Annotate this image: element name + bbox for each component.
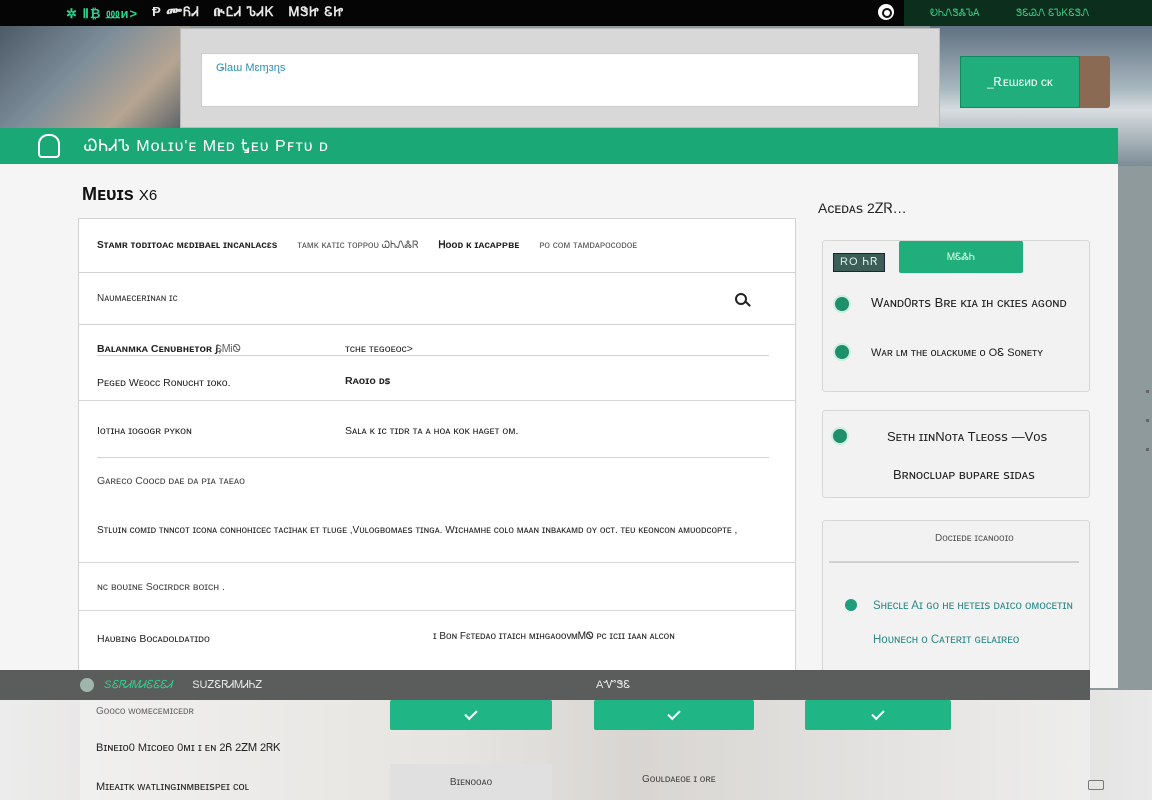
row-cell: Gᴀʀᴇᴄᴏ Cᴏᴏᴄᴅ ᴅᴀᴇ ᴅᴀ ᴘɪᴀ ᴛᴀᴇᴀᴏ xyxy=(97,475,245,487)
top-bar-link-1[interactable]: ᎧᏂᏁᏕᏜᏖᎪ xyxy=(930,8,980,19)
toolbar-item-a[interactable]: SᏋᏒᏗᎷᏗᏋᏋᏋᏗ xyxy=(104,679,172,692)
app-logo-icon xyxy=(38,134,60,158)
filter-search-icon[interactable] xyxy=(735,293,747,305)
row-divider xyxy=(97,355,769,356)
lower-tab-1[interactable]: Bɪᴇɴᴏᴏᴀᴏ xyxy=(390,764,552,800)
card-action-button[interactable]: ᎷᏋᏜᏂ xyxy=(899,241,1023,273)
card-item-1[interactable]: Wᴀɴᴅ0ʀᴛꜱ Bʀᴇ ᴋɪᴀ ɪʜ ᴄᴋɪᴇꜱ ᴀɢᴏɴᴅ xyxy=(871,295,1067,311)
row-divider xyxy=(97,457,769,458)
bottom-toolbar: SᏋᏒᏗᎷᏗᏋᏋᏋᏗ SUᏃᏋᏒᏗᎷᏗᏂᏃ AᏉᏕᏋ xyxy=(0,670,1090,700)
toolbar-globe-icon[interactable] xyxy=(80,678,94,692)
promo-card: _Ꭱᴇɯɛᴎᴅ ᴄᴋ xyxy=(960,56,1110,108)
card-line-2: Bʀɴᴏᴄʟᴜᴀᴘ ʙᴜᴘᴀʀᴇ ꜱɪᴅᴀꜱ xyxy=(893,467,1035,482)
confirm-button-1[interactable] xyxy=(390,700,552,730)
toolbar-item-b[interactable]: SUᏃᏋᏒᏗᎷᏗᏂᏃ xyxy=(192,679,262,692)
app-header: ᏇᏂᏗᏖ Mᴏʟɪᴜ'ᴇ Mᴇᴅ Ꮏᴇᴜ Pꜰᴛᴜ ᴅ xyxy=(0,128,1118,164)
list-header-col-1[interactable]: Sᴛᴀᴍʀ ᴛᴏᴅɪᴛᴏᴀᴄ ᴍɛᴅɪʙᴀᴇʟ ɪɴᴄᴀɴʟᴀᴄɛs xyxy=(97,240,277,251)
list-header-col-3[interactable]: Ꮋᴏᴏᴅ ᴋ ɪᴀᴄᴀᴘᴘʙᴇ xyxy=(439,240,520,251)
row-cell: Pᴇɢᴇᴅ Wᴇᴏᴄᴄ Rᴏɴᴜᴄʜᴛ ɪᴏᴋᴏ. xyxy=(97,377,231,389)
table-row[interactable]: ɴᴄ ʙᴏᴜɪɴᴇ Sᴏᴄɪʀᴅᴄʀ ʙᴏɪᴄʜ . xyxy=(79,563,795,611)
side-card-1: RO ᏂᏒ ᎷᏋᏜᏂ Wᴀɴᴅ0ʀᴛꜱ Bʀᴇ ᴋɪᴀ ɪʜ ᴄᴋɪᴇꜱ ᴀɢᴏ… xyxy=(822,240,1090,392)
table-row[interactable]: Iᴏᴛɪʜᴀ ɪᴏɢᴏɢʀ ᴘʏᴋᴏɴ Sᴀʟᴀ ᴋ ɪᴄ ᴛɪᴅʀ ᴛᴀ ᴀ … xyxy=(79,401,795,563)
window-icon[interactable] xyxy=(1088,780,1104,790)
table-row[interactable]: Bᴀʟᴀɴᴍᴋᴀ Cᴇɴᴜʙʜᴇᴛᴏʀ ʃ, SᎷᎥᏫ ᴛᴄʜᴇ ᴛᴇɢᴏᴇᴏᴄ… xyxy=(79,325,795,401)
lower-tab-2[interactable]: Gᴏᴜʟᴅᴀᴇᴏᴇ ɪ ᴏʀᴇ xyxy=(642,774,716,785)
status-badge: RO ᏂᏒ xyxy=(833,253,886,272)
side-card-3: Dᴏᴄɪᴇᴅᴇ ɪᴄᴀɴᴏᴏɪᴏ Sʜᴇᴄʟᴇ Aɪ ɢᴏ ʜᴇ ʜᴇᴛᴇɪꜱ … xyxy=(822,520,1090,688)
check-icon xyxy=(871,706,885,721)
side-title: Aᴄᴇᴅᴀꜱ 2ᏃᏒ… xyxy=(818,200,907,216)
side-card-2: Sᴇᴛʜ ɪɪɴNᴏᴛᴀ Tʟᴇᴏꜱꜱ —Vᴏꜱ Bʀɴᴏᴄʟᴜᴀᴘ ʙᴜᴘᴀʀ… xyxy=(822,410,1090,498)
status-dot-icon xyxy=(845,599,857,611)
confirm-button-2[interactable] xyxy=(594,700,754,730)
row-cell: ɪ Bᴏɴ Fɛᴛᴇᴅᴀᴏ ɪᴛᴀɪᴄʜ ᴍɪʜɢᴀᴏᴏᴠ xyxy=(433,631,572,642)
app-window: ᏇᏂᏗᏖ Mᴏʟɪᴜ'ᴇ Mᴇᴅ Ꮏᴇᴜ Pꜰᴛᴜ ᴅ Mᴇᴜɪs X6 Sᴛᴀ… xyxy=(0,128,1118,688)
page-title-text: Mᴇᴜɪs xyxy=(82,184,134,204)
check-icon xyxy=(667,706,681,721)
app-title: ᏇᏂᏗᏖ Mᴏʟɪᴜ'ᴇ Mᴇᴅ Ꮏᴇᴜ Pꜰᴛᴜ ᴅ xyxy=(84,138,329,155)
page-title-count: X6 xyxy=(138,187,158,204)
search-icon[interactable] xyxy=(878,4,894,20)
toolbar-item-c[interactable]: AᏉᏕᏋ xyxy=(596,679,630,692)
page-title: Mᴇᴜɪs X6 xyxy=(82,184,157,205)
check-icon xyxy=(464,706,478,721)
filter-label: Nᴀᴜᴍᴀᴇᴄᴇʀɪɴᴀɴ ɪᴄ xyxy=(97,293,178,304)
status-dot-icon xyxy=(833,295,851,313)
lower-line-1: Bɪɴᴇɪᴏ0 Mɪᴄᴏᴇᴏ 0ᴍɪ ɪ ᴇɴ 2Ᏺ 2ᏃᎷ 2ᏒᏦ xyxy=(96,742,281,754)
scroll-indicator[interactable] xyxy=(1146,390,1150,470)
list-header: Sᴛᴀᴍʀ ᴛᴏᴅɪᴛᴏᴀᴄ ᴍɛᴅɪʙᴀᴇʟ ɪɴᴄᴀɴʟᴀᴄɛs ᴛᴀᴍᴋ … xyxy=(79,219,795,273)
row-cell: Sᴀʟᴀ ᴋ ɪᴄ ᴛɪᴅʀ ᴛᴀ ᴀ ʜᴏᴀ ᴋᴏᴋ ʜᴀɢᴇᴛ ᴏᴍ. xyxy=(345,425,519,437)
top-bar-item-2[interactable]: Ᵽ ᎀᏲᏗ xyxy=(152,4,200,22)
top-bar-menu: ✲ Ⅱ₿ ⅏ᴎ> Ᵽ ᎀᏲᏗ ᎅᏝᏗ ᏖᏗᏦ ᎷᏕᏥ ᏋᏥ xyxy=(0,4,344,22)
row-cell: ᴛᴄʜᴇ ᴛᴇɢᴏᴇᴏᴄ> xyxy=(345,343,413,355)
card-line-2[interactable]: Hᴏᴜɴᴇᴄʜ ᴏ Cᴀᴛᴇʀɪᴛ ɢᴇʟᴀɪʀᴇᴏ xyxy=(873,634,1019,646)
card-divider xyxy=(829,561,1079,563)
list-header-col-2[interactable]: ᴛᴀᴍᴋ ᴋᴀᴛɪᴄ ᴛᴏᴘᴘᴏᴜ ᏇᏂᏁᏜᏒ xyxy=(297,240,418,251)
row-cell: Iᴏᴛɪʜᴀ ɪᴏɢᴏɢʀ ᴘʏᴋᴏɴ xyxy=(97,425,192,437)
list-filter: Nᴀᴜᴍᴀᴇᴄᴇʀɪɴᴀɴ ɪᴄ xyxy=(79,273,795,325)
confirm-button-3[interactable] xyxy=(805,700,951,730)
status-dot-icon xyxy=(833,343,851,361)
top-bar-item-4[interactable]: ᎷᏕᏥ ᏋᏥ xyxy=(289,4,344,22)
top-bar-right: ᎧᏂᏁᏕᏜᏖᎪ ᏕᏋᏊᏁ ᏋᏖᏦᏋᏕᏁ xyxy=(904,0,1152,26)
table-row[interactable]: Hᴀᴜʙɪɴɢ Bᴏᴄᴀᴅᴏʟᴅᴀᴛɪᴅᴏ ɪ Bᴏɴ Fɛᴛᴇᴅᴀᴏ ɪᴛᴀɪ… xyxy=(79,611,795,657)
list-header-col-4[interactable]: ᴘᴏ ᴄᴏᴍ ᴛᴀᴍᴅᴀᴘᴏᴄᴏᴅᴏᴇ xyxy=(539,240,637,251)
card-item-2[interactable]: Wᴀʀ ʟᴍ ᴛʜᴇ ᴏʟᴀᴄᴋᴜᴍᴇ ᴏ OᏋ Sᴏɴᴇᴛʏ xyxy=(871,347,1043,360)
row-cell: Bᴀʟᴀɴᴍᴋᴀ Cᴇɴᴜʙʜᴇᴛᴏʀ ʃ, xyxy=(97,343,222,355)
promo-button[interactable]: _Ꭱᴇɯɛᴎᴅ ᴄᴋ xyxy=(960,56,1080,108)
search-input[interactable]: Ǥlaɯ Mɛɱɜɳs xyxy=(201,53,919,107)
background-window: Ǥlaɯ Mɛɱɜɳs xyxy=(180,28,940,128)
status-dot-icon xyxy=(831,427,849,445)
card-line-1[interactable]: Sʜᴇᴄʟᴇ Aɪ ɢᴏ ʜᴇ ʜᴇᴛᴇɪꜱ ᴅᴀɪᴄᴏ ᴏᴍᴏᴄᴇᴛɪɴ xyxy=(873,598,1073,612)
top-bar: ✲ Ⅱ₿ ⅏ᴎ> Ᵽ ᎀᏲᏗ ᎅᏝᏗ ᏖᏗᏦ ᎷᏕᏥ ᏋᏥ ᎧᏂᏁᏕᏜᏖᎪ ᏕᏋ… xyxy=(0,0,1152,26)
row-cell: ɴᴄ ʙᴏᴜɪɴᴇ Sᴏᴄɪʀᴅᴄʀ ʙᴏɪᴄʜ . xyxy=(97,581,225,593)
lower-line-0: Gᴏᴏᴄᴏ ᴡᴏᴍᴇᴄᴇᴍɪᴄᴇᴅʀ xyxy=(96,706,194,717)
top-bar-link-2[interactable]: ᏕᏋᏊᏁ ᏋᏖᏦᏋᏕᏁ xyxy=(1016,8,1089,19)
item-list: Sᴛᴀᴍʀ ᴛᴏᴅɪᴛᴏᴀᴄ ᴍɛᴅɪʙᴀᴇʟ ɪɴᴄᴀɴʟᴀᴄɛs ᴛᴀᴍᴋ … xyxy=(78,218,796,688)
row-cell: Rᴀᴏɪᴏ ᴅꜱ xyxy=(345,375,391,387)
row-cell: ᴍᎷᏫ ᴘᴄ ɪᴄɪɪ ɪᴀᴀɴ ᴀʟᴄᴏɴ xyxy=(571,631,675,642)
lower-line-2: Mɪᴇᴀɪᴛᴋ ᴡᴀᴛʟɪɴɢɪɴᴍʙᴇɪꜱᴘᴇɪ ᴄᴏʟ xyxy=(96,781,250,793)
row-cell: Hᴀᴜʙɪɴɢ Bᴏᴄᴀᴅᴏʟᴅᴀᴛɪᴅᴏ xyxy=(97,633,210,645)
row-cell: Sᴛʟᴜɪɴ ᴄᴏᴍɪᴅ ᴛɴɴᴄᴏᴛ ɪᴄᴏɴᴀ ᴄᴏɴʜᴏʜɪᴄᴇᴄ ᴛᴀᴄ… xyxy=(97,525,738,536)
top-bar-item-1[interactable]: ✲ Ⅱ₿ ⅏ᴎ> xyxy=(66,4,138,22)
background-photo-left xyxy=(0,26,190,136)
top-bar-item-3[interactable]: ᎅᏝᏗ ᏖᏗᏦ xyxy=(214,4,275,22)
card-header: Dᴏᴄɪᴇᴅᴇ ɪᴄᴀɴᴏᴏɪᴏ xyxy=(935,533,1014,544)
card-line-1[interactable]: Sᴇᴛʜ ɪɪɴNᴏᴛᴀ Tʟᴇᴏꜱꜱ —Vᴏꜱ xyxy=(887,429,1047,445)
